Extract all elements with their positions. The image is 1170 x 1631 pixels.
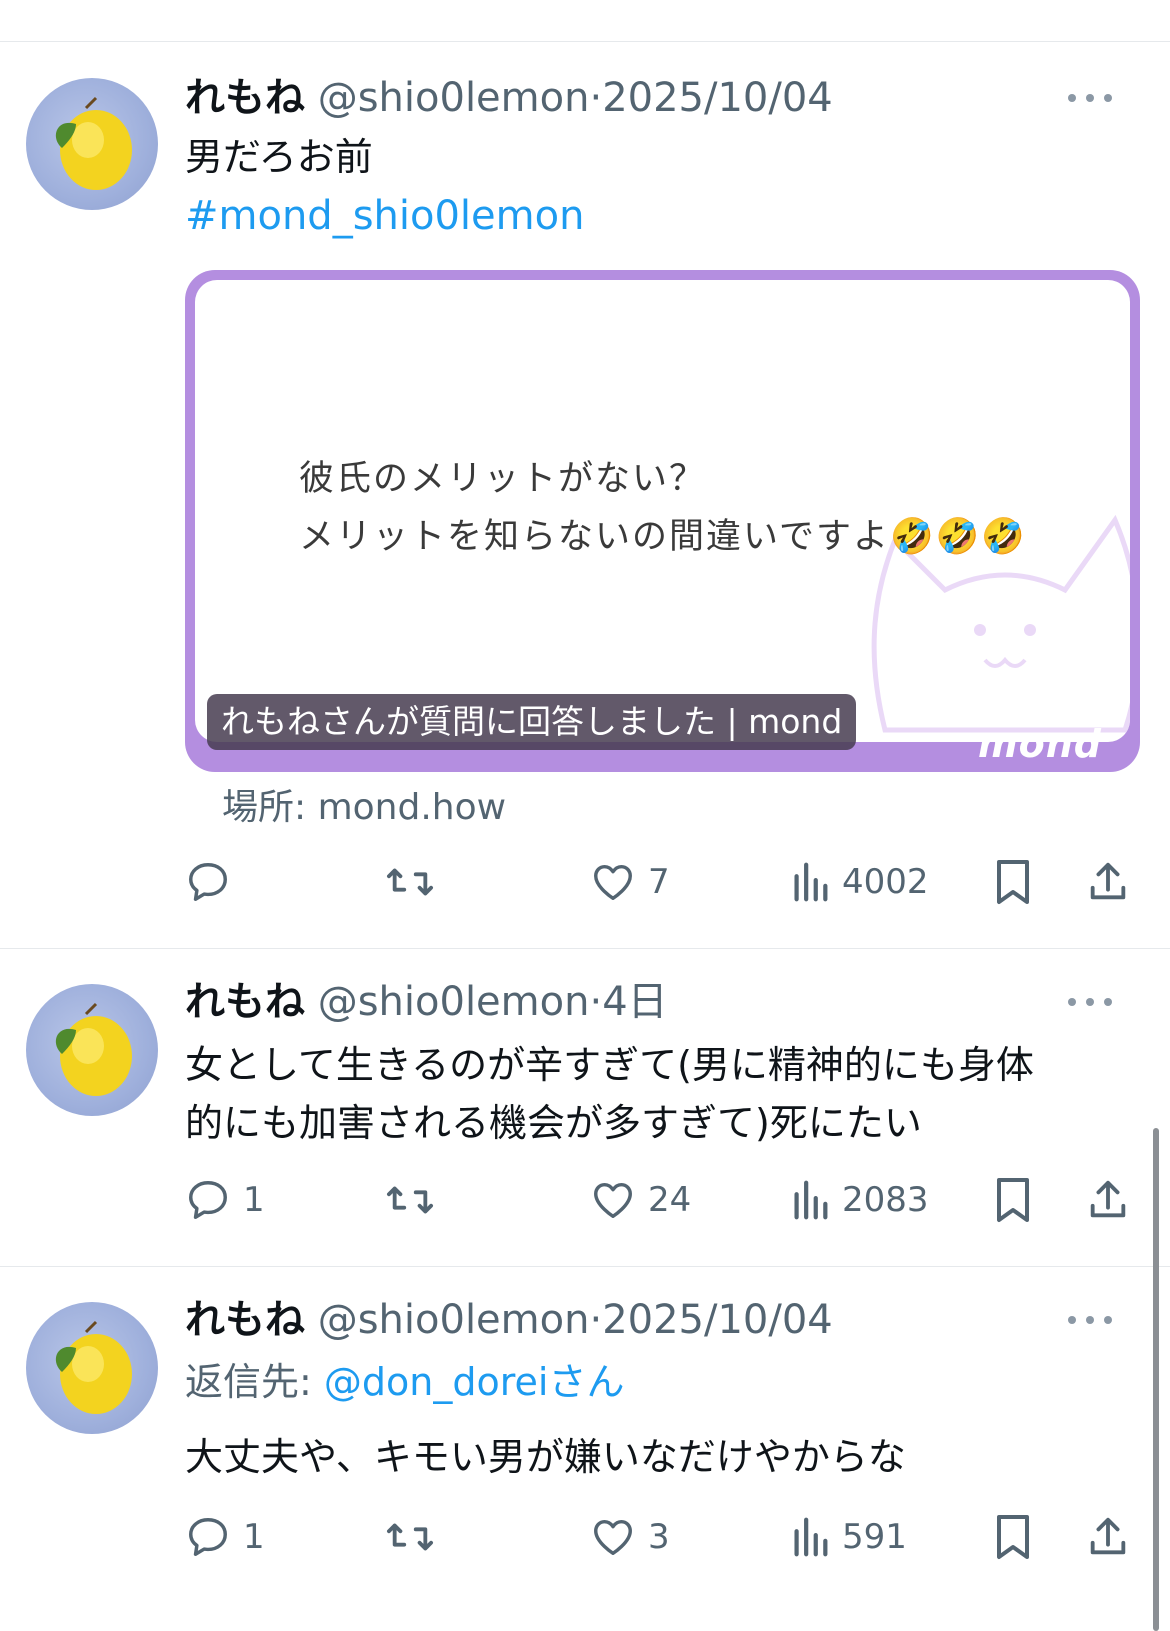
view-count: 4002 xyxy=(842,862,929,902)
card-text: 彼氏のメリットがない？ メリットを知らないの間違いですよ🤣🤣🤣 xyxy=(299,450,1027,566)
views-button[interactable]: 2083 xyxy=(790,1170,929,1230)
retweet-icon xyxy=(386,1186,433,1214)
retweet-icon xyxy=(386,868,433,896)
like-button[interactable]: 3 xyxy=(590,1507,670,1567)
views-icon xyxy=(794,1180,828,1220)
action-bar: 1 3 591 xyxy=(185,1507,1135,1567)
tweet-header: れもね @shio0lemon·4日 xyxy=(185,978,668,1026)
lemon-avatar-icon xyxy=(55,96,132,190)
handle[interactable]: @shio0lemon xyxy=(318,75,590,121)
bookmark-icon xyxy=(997,860,1029,904)
display-name[interactable]: れもね xyxy=(185,75,305,121)
card-location[interactable]: 場所: mond.how xyxy=(222,784,506,832)
lemon-avatar-icon xyxy=(55,1320,132,1414)
more-icon[interactable] xyxy=(1068,88,1112,108)
tweet-text-line1: 女として生きるのが辛すぎて(男に精神的にも身体 xyxy=(185,1043,1034,1087)
mention-handle[interactable]: @don_dorei xyxy=(324,1360,549,1404)
like-count: 24 xyxy=(648,1180,692,1220)
reply-button[interactable] xyxy=(185,852,243,912)
tweet-text: 男だろお前 xyxy=(185,135,373,179)
separator: · xyxy=(589,979,603,1025)
bookmark-button[interactable] xyxy=(993,852,1033,912)
separator: · xyxy=(589,75,603,121)
timestamp[interactable]: 4日 xyxy=(602,979,667,1025)
heart-icon xyxy=(594,864,632,901)
share-icon xyxy=(1090,862,1126,900)
like-button[interactable]: 7 xyxy=(590,852,670,912)
bookmark-button[interactable] xyxy=(993,1507,1033,1567)
view-count: 2083 xyxy=(842,1180,929,1220)
bookmark-icon xyxy=(997,1178,1029,1222)
tweet-header: れもね @shio0lemon·2025/10/04 xyxy=(185,1296,833,1344)
views-icon xyxy=(794,1517,828,1557)
like-count: 3 xyxy=(648,1517,670,1557)
heart-icon xyxy=(594,1182,632,1219)
retweet-icon xyxy=(386,1523,433,1551)
views-button[interactable]: 4002 xyxy=(790,852,929,912)
reply-icon xyxy=(189,1181,227,1219)
avatar[interactable] xyxy=(26,78,158,210)
reply-count: 1 xyxy=(243,1517,265,1557)
share-button[interactable] xyxy=(1085,852,1131,912)
link-card[interactable]: 彼氏のメリットがない？ メリットを知らないの間違いですよ🤣🤣🤣 れもねさんが質問… xyxy=(185,270,1140,772)
card-image: 彼氏のメリットがない？ メリットを知らないの間違いですよ🤣🤣🤣 xyxy=(195,280,1130,742)
reply-icon xyxy=(189,1518,227,1556)
tweet-divider xyxy=(0,1266,1170,1267)
tweet-header: れもね @shio0lemon·2025/10/04 xyxy=(185,74,833,122)
avatar[interactable] xyxy=(26,984,158,1116)
lemon-avatar-icon xyxy=(55,1002,132,1096)
tweet-text: 大丈夫や、キモい男が嫌いなだけやからな xyxy=(185,1435,906,1479)
card-text-line1: 彼氏のメリットがない？ xyxy=(299,459,707,499)
views-button[interactable]: 591 xyxy=(790,1507,907,1567)
more-icon[interactable] xyxy=(1068,1310,1112,1330)
card-text-line2: メリットを知らないの間違いですよ🤣🤣🤣 xyxy=(299,517,1027,557)
retweet-button[interactable] xyxy=(385,1170,447,1230)
share-icon xyxy=(1090,1180,1126,1218)
bookmark-button[interactable] xyxy=(993,1170,1033,1230)
display-name[interactable]: れもね xyxy=(185,1297,305,1343)
avatar[interactable] xyxy=(26,1302,158,1434)
handle[interactable]: @shio0lemon xyxy=(318,1297,590,1343)
handle[interactable]: @shio0lemon xyxy=(318,979,590,1025)
timestamp[interactable]: 2025/10/04 xyxy=(602,1297,833,1343)
reply-button[interactable]: 1 xyxy=(185,1507,265,1567)
action-bar: 7 4002 xyxy=(185,852,1135,912)
tweet-text-line2: 的にも加害される機会が多すぎて)死にたい xyxy=(185,1101,922,1145)
retweet-button[interactable] xyxy=(385,852,447,912)
share-icon xyxy=(1090,1517,1126,1555)
bookmark-icon xyxy=(997,1515,1029,1559)
display-name[interactable]: れもね xyxy=(185,979,305,1025)
reply-icon xyxy=(189,863,227,901)
hashtag-link[interactable]: #mond_shio0lemon xyxy=(185,192,584,240)
scrollbar[interactable] xyxy=(1153,1128,1159,1631)
heart-icon xyxy=(594,1519,632,1556)
mond-logo: mond xyxy=(978,722,1102,766)
more-icon[interactable] xyxy=(1068,992,1112,1012)
card-caption: れもねさんが質問に回答しました | mond xyxy=(207,694,857,750)
like-count: 7 xyxy=(648,862,670,902)
mention-suffix: さん xyxy=(548,1360,625,1404)
replying-to: 返信先: @don_doreiさん xyxy=(185,1358,624,1406)
tweet-divider xyxy=(0,948,1170,949)
tweet-text: 女として生きるのが辛すぎて(男に精神的にも身体 的にも加害される機会が多すぎて)… xyxy=(185,1036,1135,1152)
reply-count: 1 xyxy=(243,1180,265,1220)
share-button[interactable] xyxy=(1085,1170,1131,1230)
mention-link[interactable]: @don_doreiさん xyxy=(324,1360,625,1404)
separator: · xyxy=(589,1297,603,1343)
action-bar: 1 24 2083 xyxy=(185,1170,1135,1230)
replying-label: 返信先: xyxy=(185,1360,312,1404)
retweet-button[interactable] xyxy=(385,1507,447,1567)
timestamp[interactable]: 2025/10/04 xyxy=(602,75,833,121)
like-button[interactable]: 24 xyxy=(590,1170,691,1230)
share-button[interactable] xyxy=(1085,1507,1131,1567)
top-divider xyxy=(0,41,1170,42)
views-icon xyxy=(794,862,828,902)
view-count: 591 xyxy=(842,1517,907,1557)
reply-button[interactable]: 1 xyxy=(185,1170,265,1230)
